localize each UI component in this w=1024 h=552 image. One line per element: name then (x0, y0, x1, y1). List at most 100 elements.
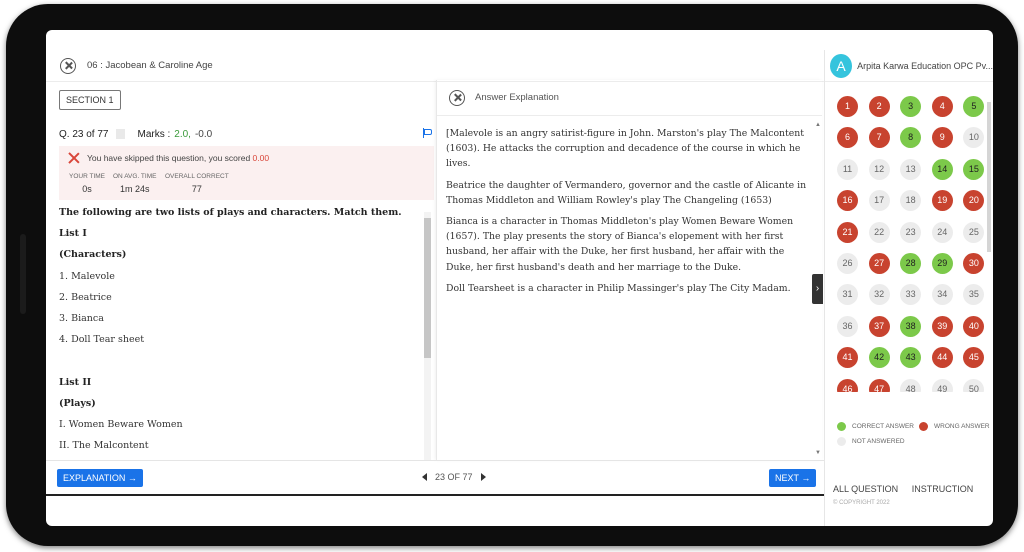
close-explanation-icon[interactable] (449, 89, 465, 106)
palette-scroll-thumb[interactable] (987, 102, 991, 252)
palette-question[interactable]: 3 (900, 96, 922, 117)
close-test-icon[interactable] (60, 57, 76, 74)
palette-question[interactable]: 14 (931, 158, 953, 180)
palette-question[interactable]: 42 (868, 347, 890, 369)
avatar[interactable]: A (830, 53, 853, 78)
question-line: II. The Malcontent (59, 440, 149, 452)
test-title: 06 : Jacobean & Caroline Age (87, 60, 213, 71)
palette-question[interactable]: 15 (963, 158, 985, 180)
palette-question[interactable]: 1 (837, 96, 858, 117)
palette-question[interactable]: 19 (931, 190, 953, 212)
footer-bar: EXPLANATION → 23 OF 77 NEXT → (46, 460, 824, 494)
palette-question[interactable]: 25 (963, 221, 985, 243)
palette-question[interactable]: 17 (868, 190, 890, 212)
report-flag-icon[interactable] (423, 128, 432, 138)
palette-question[interactable]: 41 (837, 347, 858, 369)
palette-question[interactable]: 49 (931, 378, 953, 392)
palette-question[interactable]: 40 (963, 315, 985, 337)
pager: 23 OF 77 (422, 472, 486, 482)
question-line: (Characters) (59, 249, 127, 261)
palette-question[interactable]: 44 (931, 347, 953, 369)
explanation-paragraph: Beatrice the daughter of Vermandero, gov… (446, 179, 807, 206)
palette-question[interactable]: 28 (900, 253, 922, 274)
question-scroll-thumb[interactable] (424, 218, 431, 358)
section-button[interactable]: SECTION 1 (59, 90, 121, 110)
palette-question[interactable]: 45 (963, 347, 985, 369)
marks-positive: 2.0, (174, 128, 191, 140)
tablet-side-sensor (20, 234, 26, 314)
palette-question[interactable]: 22 (868, 221, 890, 243)
question-line: I. Women Beware Women (59, 418, 183, 430)
palette-question[interactable]: 37 (868, 315, 890, 337)
palette-question[interactable]: 5 (963, 96, 985, 117)
palette-question[interactable]: 50 (963, 378, 985, 392)
question-line: List I (59, 228, 87, 240)
palette-question[interactable]: 27 (868, 253, 890, 274)
org-name: Arpita Karwa Education OPC Pv... (857, 60, 993, 71)
marks-label: Marks : (137, 128, 171, 140)
palette-question[interactable]: 35 (963, 284, 985, 306)
palette-question[interactable]: 10 (963, 127, 985, 149)
palette-question[interactable]: 16 (837, 190, 858, 212)
palette-question[interactable]: 24 (931, 221, 953, 243)
palette-question[interactable]: 31 (837, 284, 858, 306)
palette-question[interactable]: 34 (931, 284, 953, 306)
palette-question[interactable]: 12 (868, 158, 890, 180)
palette-question[interactable]: 8 (900, 127, 922, 149)
explanation-button[interactable]: EXPLANATION → (57, 469, 143, 487)
explanation-title: Answer Explanation (475, 92, 559, 103)
question-palette-grid: 1 2 3 4 5 6 7 8 9 10 11 12 13 14 15 16 17 18 19 20 21 22 23 24 2… (837, 96, 987, 392)
next-question-icon[interactable] (480, 473, 486, 481)
palette-question[interactable]: 26 (837, 253, 858, 274)
palette-question[interactable]: 38 (900, 315, 922, 337)
palette-question[interactable]: 13 (900, 158, 922, 180)
sidebar-links: ALL QUESTION INSTRUCTION (833, 484, 984, 494)
footer-divider (46, 494, 824, 496)
question-line: 3. Bianca (59, 312, 104, 324)
stat-avg-time: ON AVG. TIME 1m 24s (113, 173, 157, 194)
palette-question[interactable]: 32 (868, 284, 890, 306)
legend-not-answered: NOT ANSWERED (837, 437, 905, 446)
explanation-paragraph: Doll Tearsheet is a character in Philip … (446, 282, 791, 294)
palette-question[interactable]: 47 (868, 378, 890, 392)
palette-question[interactable]: 2 (868, 96, 890, 117)
palette-question[interactable]: 33 (900, 284, 922, 306)
palette-question[interactable]: 30 (963, 253, 985, 274)
palette-question[interactable]: 9 (931, 127, 953, 149)
skip-message: You have skipped this question, you scor… (87, 153, 270, 163)
palette-question[interactable]: 20 (963, 190, 985, 212)
palette-question[interactable]: 21 (837, 221, 858, 243)
palette-question[interactable]: 29 (931, 253, 953, 274)
not-answered-dot-icon (837, 437, 846, 446)
question-line: List II (59, 376, 92, 388)
screen: 06 : Jacobean & Caroline Age SECTION 1 Q… (46, 30, 993, 526)
palette-scrollbar[interactable] (987, 96, 991, 386)
test-header: 06 : Jacobean & Caroline Age (46, 50, 824, 82)
palette-question[interactable]: 46 (837, 378, 858, 392)
question-line: 2. Beatrice (59, 291, 112, 303)
palette-question[interactable]: 23 (900, 221, 922, 243)
instruction-link[interactable]: INSTRUCTION (912, 484, 974, 494)
collapse-panel-chevron-icon[interactable]: › (812, 274, 823, 304)
palette-question[interactable]: 18 (900, 190, 922, 212)
palette-question[interactable]: 43 (900, 347, 922, 369)
palette-question[interactable]: 4 (931, 96, 953, 117)
all-question-link[interactable]: ALL QUESTION (833, 484, 898, 494)
question-scrollbar[interactable] (424, 212, 431, 460)
palette-question[interactable]: 48 (900, 378, 922, 392)
question-palette-sidebar: A Arpita Karwa Education OPC Pv... 12345… (824, 50, 993, 526)
stat-overall-correct: OVERALL CORRECT 77 (165, 173, 229, 194)
scroll-up-icon[interactable]: ▲ (815, 122, 821, 128)
previous-question-icon[interactable] (422, 473, 427, 481)
bookmark-icon[interactable] (116, 129, 126, 139)
next-button[interactable]: NEXT → (769, 469, 817, 487)
palette-question[interactable]: 6 (837, 127, 858, 149)
skip-status-box: You have skipped this question, you scor… (59, 146, 434, 200)
palette-question[interactable]: 11 (837, 158, 858, 180)
palette-question[interactable]: 39 (931, 315, 953, 337)
palette-question[interactable]: 7 (868, 127, 890, 149)
question-text: The following are two lists of plays and… (59, 202, 431, 460)
scroll-down-icon[interactable]: ▼ (815, 450, 821, 456)
palette-question[interactable]: 36 (837, 315, 858, 337)
stat-your-time: YOUR TIME 0s (69, 173, 105, 194)
